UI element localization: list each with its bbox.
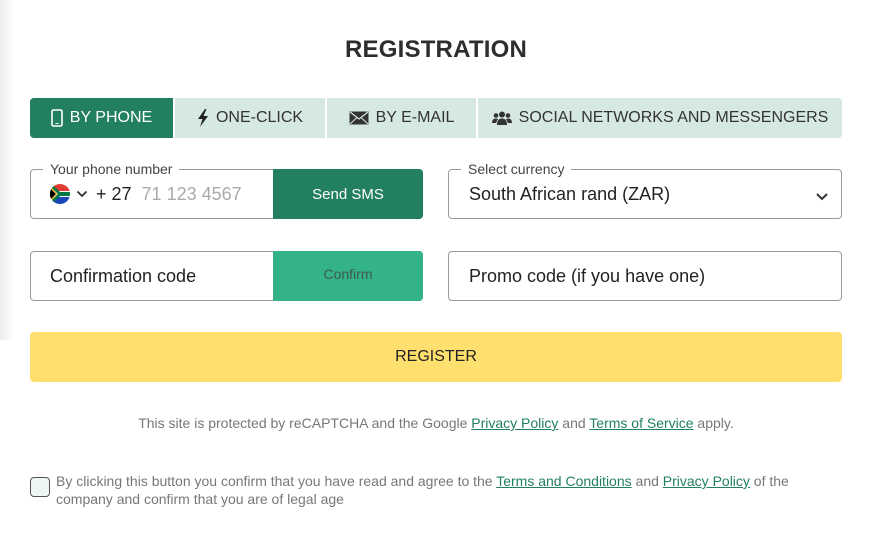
- agreement-text-part: and: [631, 473, 663, 489]
- tab-by-email[interactable]: BY E-MAIL: [327, 98, 478, 138]
- tab-label: ONE-CLICK: [215, 109, 304, 126]
- recaptcha-terms-of-service-link[interactable]: Terms of Service: [589, 415, 693, 431]
- confirmation-code-input[interactable]: [50, 265, 270, 287]
- recaptcha-text: This site is protected by reCAPTCHA and …: [138, 415, 472, 431]
- tab-social-networks[interactable]: SOCIAL NETWORKS AND MESSENGERS: [478, 98, 842, 138]
- promo-code-field: [448, 251, 842, 301]
- tab-one-click[interactable]: ONE-CLICK: [175, 98, 327, 138]
- page-title: REGISTRATION: [345, 36, 527, 63]
- tab-label: BY PHONE: [69, 109, 153, 126]
- register-button[interactable]: REGISTER: [30, 332, 842, 382]
- confirmation-code-field: Confirm: [30, 251, 423, 301]
- agreement-text-part: By clicking this button you confirm that…: [56, 473, 497, 489]
- recaptcha-notice: This site is protected by reCAPTCHA and …: [0, 415, 872, 431]
- send-sms-button[interactable]: Send SMS: [273, 169, 423, 219]
- tab-label: BY E-MAIL: [375, 109, 455, 126]
- recaptcha-text: and: [558, 415, 590, 431]
- confirm-button[interactable]: Confirm: [273, 251, 423, 301]
- registration-method-tabs: BY PHONE ONE-CLICK BY E-MAIL SOCIAL NETW…: [30, 98, 842, 138]
- mobile-phone-icon: [50, 109, 63, 127]
- agreement-checkbox[interactable]: [30, 477, 50, 497]
- recaptcha-privacy-policy-link[interactable]: Privacy Policy: [471, 415, 558, 431]
- country-dropdown-chevron-icon[interactable]: [76, 185, 88, 203]
- country-code: + 27: [96, 183, 132, 204]
- phone-number-label: Your phone number: [43, 160, 180, 178]
- chevron-down-icon: [815, 188, 829, 206]
- users-group-icon: [491, 110, 512, 126]
- terms-agreement: By clicking this button you confirm that…: [30, 472, 845, 508]
- currency-label: Select currency: [461, 160, 572, 178]
- phone-number-field: Your phone number + 27 Send SMS: [30, 160, 423, 219]
- recaptcha-text: apply.: [693, 415, 734, 431]
- tab-by-phone[interactable]: BY PHONE: [30, 98, 175, 138]
- currency-select[interactable]: Select currency South African rand (ZAR): [448, 160, 842, 219]
- lightning-bolt-icon: [197, 109, 209, 127]
- south-africa-flag-icon[interactable]: [50, 184, 70, 204]
- terms-and-conditions-link[interactable]: Terms and Conditions: [496, 473, 631, 489]
- currency-selected-value: South African rand (ZAR): [469, 183, 671, 204]
- tab-label: SOCIAL NETWORKS AND MESSENGERS: [518, 109, 829, 126]
- agreement-text: By clicking this button you confirm that…: [56, 472, 845, 508]
- envelope-icon: [349, 111, 369, 125]
- privacy-policy-link[interactable]: Privacy Policy: [663, 473, 750, 489]
- promo-code-input[interactable]: [469, 265, 809, 287]
- phone-number-input[interactable]: [141, 183, 257, 205]
